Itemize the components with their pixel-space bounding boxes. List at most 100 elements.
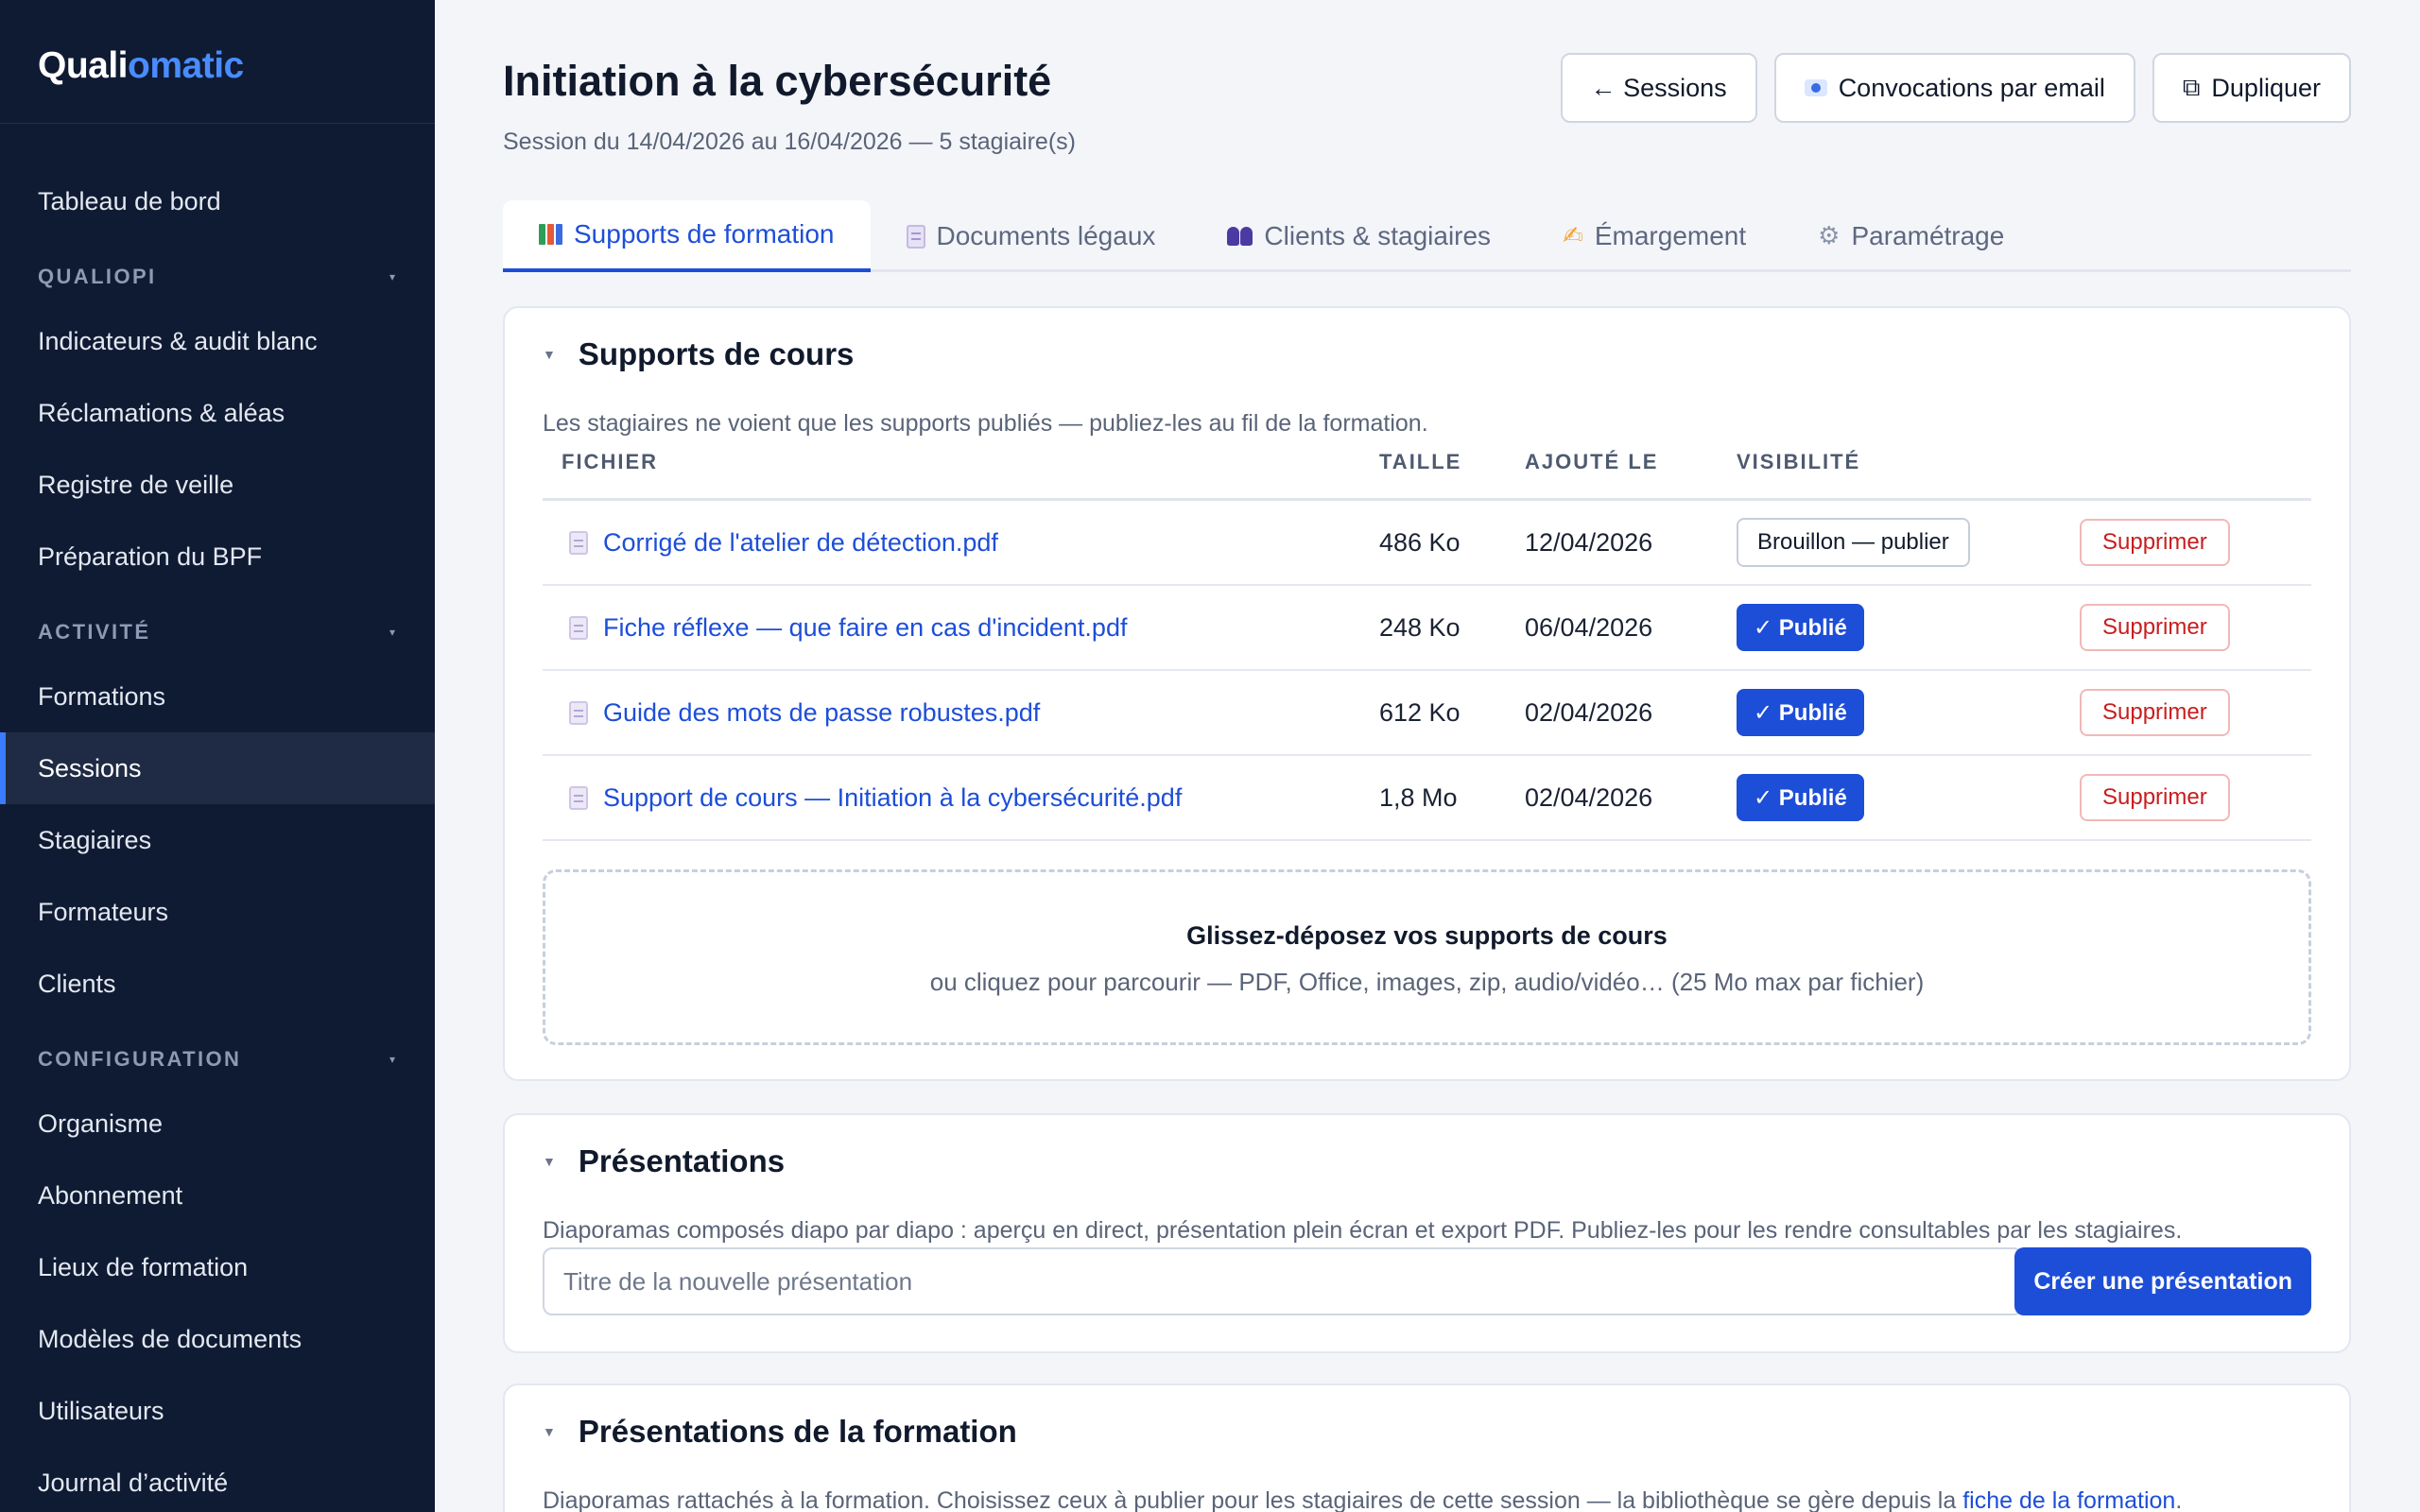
file-link[interactable]: Support de cours — Initiation à la cyber…	[603, 783, 1182, 813]
presentations-description: Diaporamas composés diapo par diapo : ap…	[543, 1217, 2183, 1244]
file-icon	[569, 785, 588, 810]
convocations-label: Convocations par email	[1838, 73, 2105, 102]
table-row: Corrigé de l'atelier de détection.pdf 48…	[543, 501, 2311, 586]
upload-dropzone[interactable]: Glissez-déposez vos supports de cours ou…	[543, 869, 2311, 1045]
published-toggle[interactable]: ✓ Publié	[1737, 774, 1864, 821]
supports-card-title: Supports de cours	[578, 336, 855, 371]
column-header-visibility: VISIBILITÉ	[1737, 450, 1861, 473]
new-presentation-title-input[interactable]	[543, 1247, 2023, 1315]
file-size: 1,8 Mo	[1379, 782, 1458, 812]
tab-clients-stagiaires[interactable]: Clients & stagiaires	[1191, 200, 1527, 272]
file-date: 06/04/2026	[1525, 612, 1653, 642]
published-toggle[interactable]: ✓ Publié	[1737, 689, 1864, 736]
main-content: Initiation à la cybersécurité Session du…	[503, 0, 2351, 1512]
file-date: 12/04/2026	[1525, 527, 1653, 557]
formation-presentations-card-toggle[interactable]: ▼ Présentations de la formation	[543, 1414, 1017, 1450]
delete-button[interactable]: Supprimer	[2080, 604, 2230, 651]
file-size: 248 Ko	[1379, 612, 1461, 642]
formation-presentations-card-title: Présentations de la formation	[578, 1414, 1017, 1449]
column-header-size: TAILLE	[1379, 450, 1462, 473]
sidebar-item-abonnement[interactable]: Abonnement	[0, 1160, 435, 1231]
supports-card-toggle[interactable]: ▼ Supports de cours	[543, 336, 854, 372]
presentations-card-toggle[interactable]: ▼ Présentations	[543, 1143, 785, 1179]
supports-description: Les stagiaires ne voient que les support…	[543, 410, 1428, 437]
sidebar-section-activite[interactable]: ACTIVITÉ ▾	[0, 604, 435, 661]
sidebar-item-formateurs[interactable]: Formateurs	[0, 876, 435, 948]
published-toggle[interactable]: ✓ Publié	[1737, 604, 1864, 651]
tab-label: Documents légaux	[936, 221, 1156, 250]
create-presentation-button[interactable]: Créer une présentation	[2014, 1247, 2311, 1315]
sidebar-item-bpf[interactable]: Préparation du BPF	[0, 521, 435, 593]
tab-supports[interactable]: Supports de formation	[503, 200, 871, 272]
sidebar-section-configuration[interactable]: CONFIGURATION ▾	[0, 1031, 435, 1088]
column-header-added: AJOUTÉ LE	[1525, 450, 1659, 473]
sidebar: Qualiomatic Tableau de bord QUALIOPI ▾ I…	[0, 0, 435, 1512]
file-link[interactable]: Fiche réflexe — que faire en cas d'incid…	[603, 613, 1127, 643]
convocations-email-button[interactable]: Convocations par email	[1773, 53, 2135, 123]
delete-button[interactable]: Supprimer	[2080, 774, 2230, 821]
file-size: 486 Ko	[1379, 527, 1461, 557]
caret-down-icon: ▼	[543, 1154, 556, 1169]
sidebar-item-formations[interactable]: Formations	[0, 661, 435, 732]
delete-button[interactable]: Supprimer	[2080, 689, 2230, 736]
chevron-down-icon: ▾	[389, 1053, 395, 1066]
table-row: Support de cours — Initiation à la cyber…	[543, 756, 2311, 841]
sidebar-item-clients[interactable]: Clients	[0, 948, 435, 1020]
sidebar-item-stagiaires[interactable]: Stagiaires	[0, 804, 435, 876]
people-icon	[1227, 227, 1253, 246]
tab-emargement[interactable]: ✍ Émargement	[1527, 200, 1782, 272]
tab-documents-legaux[interactable]: Documents légaux	[871, 200, 1192, 272]
sidebar-item-reclamations[interactable]: Réclamations & aléas	[0, 377, 435, 449]
app-logo[interactable]: Qualiomatic	[0, 0, 435, 124]
file-icon	[569, 530, 588, 555]
duplicate-button[interactable]: ⧉ Dupliquer	[2152, 53, 2351, 123]
sidebar-item-organisme[interactable]: Organisme	[0, 1088, 435, 1160]
tab-label: Émargement	[1594, 221, 1747, 250]
column-header-file: FICHIER	[562, 450, 658, 473]
publish-draft-button[interactable]: Brouillon — publier	[1737, 518, 1970, 567]
tab-label: Paramétrage	[1851, 221, 2005, 250]
sidebar-section-title: QUALIOPI	[38, 265, 157, 288]
sidebar-item-journal[interactable]: Journal d’activité	[0, 1447, 435, 1512]
sidebar-item-indicateurs[interactable]: Indicateurs & audit blanc	[0, 305, 435, 377]
file-size: 612 Ko	[1379, 697, 1461, 727]
sidebar-item-modeles[interactable]: Modèles de documents	[0, 1303, 435, 1375]
page-icon	[906, 224, 925, 249]
sidebar-item-lieux[interactable]: Lieux de formation	[0, 1231, 435, 1303]
formation-sheet-link[interactable]: fiche de la formation	[1962, 1487, 2175, 1512]
page-title: Initiation à la cybersécurité	[503, 57, 1052, 105]
tab-bar: Supports de formation Documents légaux C…	[503, 200, 2351, 272]
sidebar-item-sessions[interactable]: Sessions	[0, 732, 435, 804]
chevron-down-icon: ▾	[389, 270, 395, 284]
file-icon	[569, 700, 588, 725]
tab-parametrage[interactable]: ⚙ Paramétrage	[1782, 200, 2040, 272]
gear-icon: ⚙	[1818, 222, 1841, 250]
file-link[interactable]: Corrigé de l'atelier de détection.pdf	[603, 528, 998, 558]
table-row: Fiche réflexe — que faire en cas d'incid…	[543, 586, 2311, 671]
file-icon	[569, 615, 588, 640]
sidebar-nav: Tableau de bord QUALIOPI ▾ Indicateurs &…	[0, 124, 435, 1512]
delete-button[interactable]: Supprimer	[2080, 519, 2230, 566]
duplicate-label: Dupliquer	[2211, 73, 2321, 102]
caret-down-icon: ▼	[543, 347, 556, 362]
presentations-card: ▼ Présentations Diaporamas composés diap…	[503, 1113, 2351, 1353]
supports-card: ▼ Supports de cours Les stagiaires ne vo…	[503, 306, 2351, 1081]
sidebar-item-utilisateurs[interactable]: Utilisateurs	[0, 1375, 435, 1447]
caret-down-icon: ▼	[543, 1424, 556, 1439]
camera-icon	[1804, 79, 1827, 96]
chevron-down-icon: ▾	[389, 626, 395, 639]
dropzone-subtitle: ou cliquez pour parcourir — PDF, Office,…	[929, 968, 1925, 996]
file-date: 02/04/2026	[1525, 697, 1653, 727]
tab-label: Supports de formation	[574, 219, 835, 249]
sidebar-item-registre-veille[interactable]: Registre de veille	[0, 449, 435, 521]
sidebar-section-qualiopi[interactable]: QUALIOPI ▾	[0, 249, 435, 305]
presentations-card-title: Présentations	[578, 1143, 786, 1178]
file-link[interactable]: Guide des mots de passe robustes.pdf	[603, 698, 1040, 728]
back-to-sessions-button[interactable]: ← Sessions	[1560, 53, 1757, 123]
supports-table: FICHIER TAILLE AJOUTÉ LE VISIBILITÉ Corr…	[543, 450, 2311, 841]
sidebar-section-title: CONFIGURATION	[38, 1047, 242, 1071]
page-subtitle: Session du 14/04/2026 au 16/04/2026 — 5 …	[503, 129, 1076, 155]
sidebar-item-tableau-de-bord[interactable]: Tableau de bord	[0, 165, 435, 237]
sidebar-section-title: ACTIVITÉ	[38, 620, 151, 644]
duplicate-icon: ⧉	[2182, 73, 2201, 102]
